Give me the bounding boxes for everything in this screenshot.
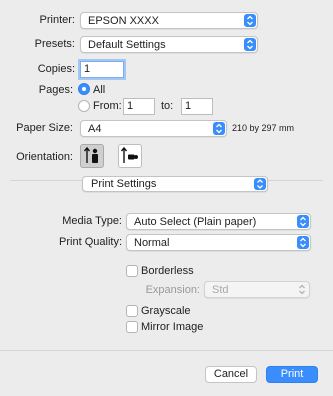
updown-arrow-icon bbox=[244, 14, 256, 27]
printer-popup[interactable]: EPSON XXXX bbox=[80, 12, 258, 29]
mirror-image-checkbox[interactable] bbox=[126, 321, 138, 333]
orientation-landscape-button[interactable] bbox=[118, 144, 142, 168]
grayscale-label: Grayscale bbox=[141, 305, 191, 317]
separator bbox=[0, 350, 333, 351]
print-quality-label: Print Quality: bbox=[59, 236, 122, 248]
orientation-label: Orientation: bbox=[16, 151, 73, 163]
updown-arrow-icon bbox=[213, 122, 225, 135]
copies-field[interactable]: 1 bbox=[80, 61, 124, 78]
pages-to-label: to: bbox=[161, 100, 174, 112]
updown-arrow-icon bbox=[296, 283, 308, 296]
cancel-button[interactable]: Cancel bbox=[205, 366, 257, 383]
print-button[interactable]: Print bbox=[266, 366, 318, 383]
expansion-label: Expansion: bbox=[145, 284, 200, 296]
landscape-orientation-icon bbox=[119, 146, 141, 170]
mirror-image-label: Mirror Image bbox=[141, 321, 204, 333]
pages-from-field[interactable]: 1 bbox=[123, 98, 155, 115]
paper-size-popup[interactable]: A4 bbox=[80, 120, 227, 137]
pages-from-label: From: bbox=[93, 100, 122, 112]
pages-from-radio[interactable] bbox=[78, 100, 90, 112]
pages-all-radio[interactable] bbox=[78, 83, 90, 95]
updown-arrow-icon bbox=[297, 236, 309, 249]
expansion-popup[interactable]: Std bbox=[204, 281, 310, 298]
borderless-label: Borderless bbox=[141, 265, 194, 277]
presets-label: Presets: bbox=[34, 38, 75, 50]
presets-popup[interactable]: Default Settings bbox=[80, 36, 258, 53]
pages-label: Pages: bbox=[38, 84, 73, 96]
updown-arrow-icon bbox=[244, 38, 256, 51]
paper-dimensions: 210 by 297 mm bbox=[232, 123, 295, 133]
printer-label: Printer: bbox=[39, 14, 75, 26]
print-quality-value: Normal bbox=[134, 237, 170, 249]
paper-size-value: A4 bbox=[88, 123, 102, 135]
media-type-value: Auto Select (Plain paper) bbox=[134, 216, 257, 228]
pages-to-field[interactable]: 1 bbox=[181, 98, 213, 115]
paper-size-label: Paper Size: bbox=[16, 122, 73, 134]
presets-value: Default Settings bbox=[88, 39, 166, 51]
updown-arrow-icon bbox=[297, 215, 309, 228]
grayscale-checkbox[interactable] bbox=[126, 305, 138, 317]
section-popup[interactable]: Print Settings bbox=[82, 176, 268, 192]
section-value: Print Settings bbox=[91, 178, 157, 190]
media-type-label: Media Type: bbox=[62, 215, 122, 227]
borderless-checkbox[interactable] bbox=[126, 265, 138, 277]
expansion-value: Std bbox=[212, 284, 229, 296]
pages-all-label: All bbox=[93, 84, 106, 96]
orientation-portrait-button[interactable] bbox=[80, 144, 104, 168]
portrait-orientation-icon bbox=[81, 146, 103, 170]
copies-label: Copies: bbox=[37, 63, 75, 75]
print-quality-popup[interactable]: Normal bbox=[126, 234, 311, 251]
printer-value: EPSON XXXX bbox=[88, 15, 159, 27]
media-type-popup[interactable]: Auto Select (Plain paper) bbox=[126, 213, 311, 230]
updown-arrow-icon bbox=[254, 178, 266, 190]
